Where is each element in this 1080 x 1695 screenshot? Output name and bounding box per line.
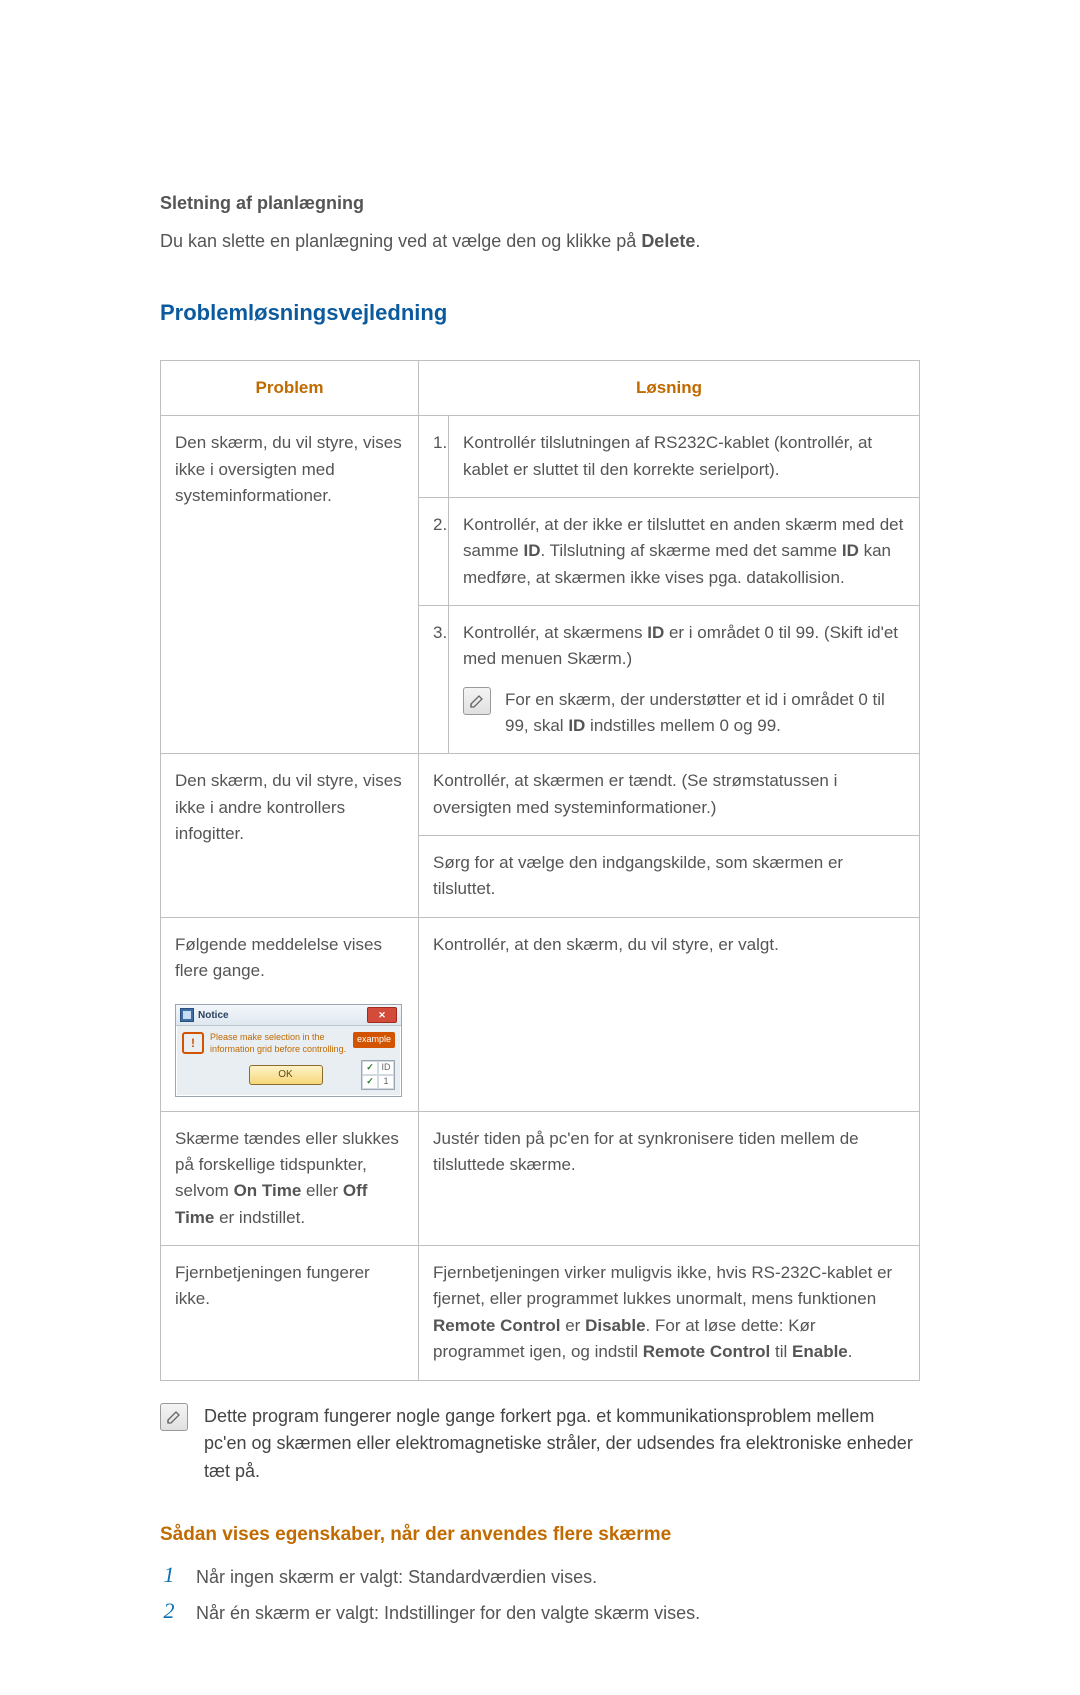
notice-title: Notice	[198, 1008, 229, 1024]
solution-cell: Kontrollér, at skærmens ID er i området …	[449, 605, 920, 753]
table-row: Følgende meddelelse vises flere gange. N…	[161, 917, 920, 1111]
table-header-row: Problem Løsning	[161, 360, 920, 415]
footer-note-text: Dette program fungerer nogle gange forke…	[204, 1403, 920, 1487]
solution-cell: Fjernbetjeningen virker muligvis ikke, h…	[419, 1246, 920, 1380]
col-header-problem: Problem	[161, 360, 419, 415]
text-bold-id: ID	[647, 623, 664, 642]
checkmark-icon: ✓	[362, 1061, 378, 1075]
step-number: 2	[160, 1600, 178, 1622]
text: Kontrollér, at skærmens	[463, 623, 647, 642]
table-row: Fjernbetjeningen fungerer ikke. Fjernbet…	[161, 1246, 920, 1380]
solution-cell: Kontrollér, at den skærm, du vil styre, …	[419, 917, 920, 1111]
notice-body: ! Please make selection in the informati…	[176, 1026, 401, 1095]
warning-icon: !	[182, 1032, 204, 1054]
id-grid: ✓ ID ✓ 1	[361, 1060, 395, 1090]
step-number: 2.	[419, 497, 449, 605]
text-bold-disable: Disable	[585, 1316, 645, 1335]
notice-dialog: Notice ✕ ! Please make selection in the …	[175, 1004, 402, 1096]
text: til	[770, 1342, 792, 1361]
text: Du kan slette en planlægning ved at vælg…	[160, 231, 641, 251]
text-bold-id: ID	[523, 541, 540, 560]
notice-message: Please make selection in the information…	[210, 1032, 347, 1055]
section-title-properties-multi: Sådan vises egenskaber, når der anvendes…	[160, 1520, 920, 1549]
text-bold-ontime: On Time	[234, 1181, 302, 1200]
text: Fjernbetjeningen virker muligvis ikke, h…	[433, 1263, 892, 1308]
table-row: Skærme tændes eller slukkes på forskelli…	[161, 1111, 920, 1245]
solution-cell: Kontrollér, at skærmen er tændt. (Se str…	[419, 754, 920, 836]
text: eller	[301, 1181, 343, 1200]
text: indstilles mellem 0 og 99.	[585, 716, 781, 735]
step-number: 3.	[419, 605, 449, 753]
text-bold-delete: Delete	[641, 231, 695, 251]
note-text: For en skærm, der understøtter et id i o…	[505, 687, 905, 740]
step-text: Når én skærm er valgt: Indstillinger for…	[196, 1600, 700, 1628]
step-text: Når ingen skærm er valgt: Standardværdie…	[196, 1564, 597, 1592]
list-item: 2 Når én skærm er valgt: Indstillinger f…	[160, 1600, 920, 1628]
section-title-troubleshoot: Problemløsningsvejledning	[160, 296, 920, 330]
document-page: Sletning af planlægning Du kan slette en…	[0, 0, 1080, 1695]
id-value: 1	[378, 1075, 394, 1089]
solution-cell: Kontrollér, at der ikke er tilsluttet en…	[449, 497, 920, 605]
text-bold-id: ID	[842, 541, 859, 560]
table-row: Den skærm, du vil styre, vises ikke i ov…	[161, 416, 920, 498]
pencil-note-icon	[166, 1409, 182, 1425]
text: er indstillet.	[214, 1208, 305, 1227]
solution-cell: Justér tiden på pc'en for at synkroniser…	[419, 1111, 920, 1245]
step-number: 1.	[419, 416, 449, 498]
app-icon	[180, 1008, 194, 1022]
text: .	[848, 1342, 853, 1361]
note-icon	[160, 1403, 188, 1431]
steps-list: 1 Når ingen skærm er valgt: Standardværd…	[160, 1564, 920, 1628]
footer-note: Dette program fungerer nogle gange forke…	[160, 1403, 920, 1487]
list-item: 1 Når ingen skærm er valgt: Standardværd…	[160, 1564, 920, 1592]
checkmark-icon: ✓	[362, 1075, 378, 1089]
text: er	[561, 1316, 586, 1335]
solution-cell: Sørg for at vælge den indgangskilde, som…	[419, 836, 920, 918]
problem-cell: Fjernbetjeningen fungerer ikke.	[161, 1246, 419, 1380]
troubleshoot-table: Problem Løsning Den skærm, du vil styre,…	[160, 360, 920, 1381]
note-icon	[463, 687, 491, 715]
problem-cell: Følgende meddelelse vises flere gange. N…	[161, 917, 419, 1111]
problem-cell: Den skærm, du vil styre, vises ikke i an…	[161, 754, 419, 917]
example-badge: example	[353, 1032, 395, 1048]
subheading-delete-scheduling: Sletning af planlægning	[160, 190, 920, 218]
problem-cell: Den skærm, du vil styre, vises ikke i ov…	[161, 416, 419, 754]
text: . Tilslutning af skærme med det samme	[540, 541, 841, 560]
notice-titlebar: Notice ✕	[176, 1005, 401, 1026]
text: Følgende meddelelse vises flere gange.	[175, 932, 404, 985]
delete-scheduling-body: Du kan slette en planlægning ved at vælg…	[160, 228, 920, 256]
solution-cell: Kontrollér tilslutningen af RS232C-kable…	[449, 416, 920, 498]
close-button[interactable]: ✕	[367, 1007, 397, 1023]
text-bold-enable: Enable	[792, 1342, 848, 1361]
text-bold-remotectrl: Remote Control	[433, 1316, 561, 1335]
text-bold-id: ID	[568, 716, 585, 735]
table-row: Den skærm, du vil styre, vises ikke i an…	[161, 754, 920, 836]
text-bold-remotectrl: Remote Control	[643, 1342, 771, 1361]
notice-title-left: Notice	[180, 1008, 229, 1024]
problem-cell: Skærme tændes eller slukkes på forskelli…	[161, 1111, 419, 1245]
pencil-note-icon	[469, 693, 485, 709]
col-header-solution: Løsning	[419, 360, 920, 415]
id-header: ID	[378, 1061, 394, 1075]
ok-button[interactable]: OK	[249, 1065, 323, 1085]
text: .	[695, 231, 700, 251]
step-number: 1	[160, 1564, 178, 1586]
